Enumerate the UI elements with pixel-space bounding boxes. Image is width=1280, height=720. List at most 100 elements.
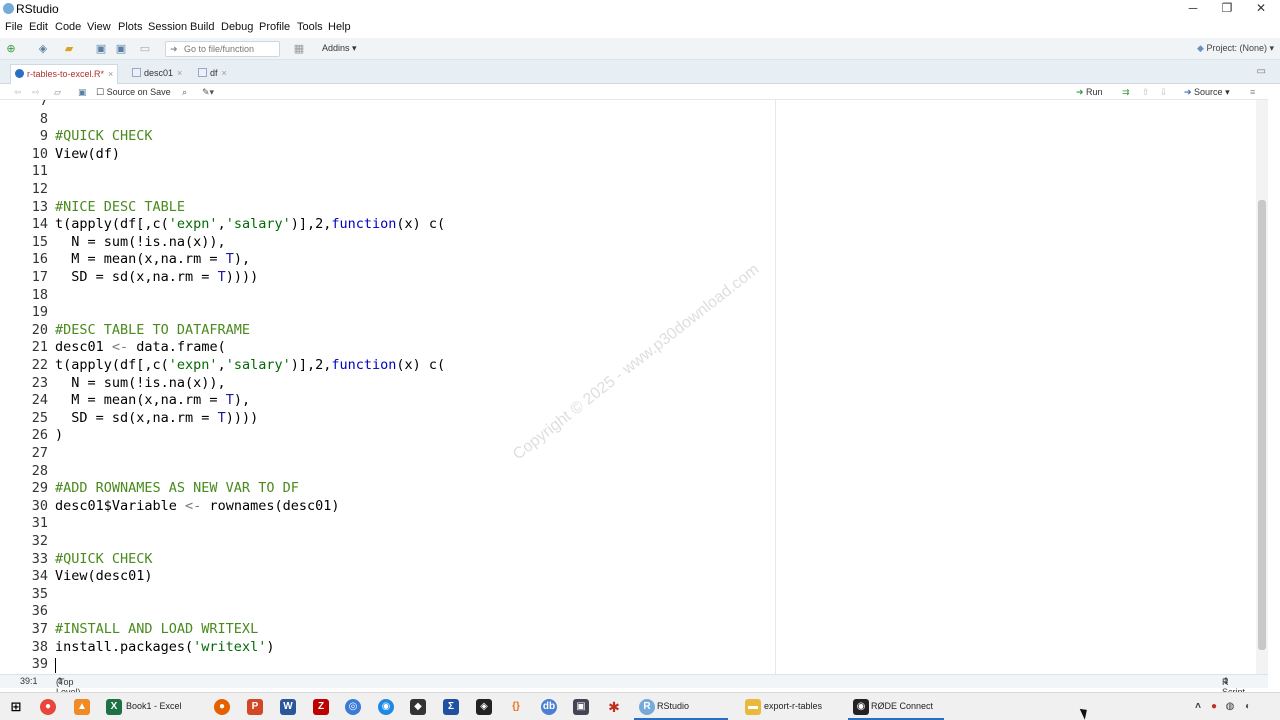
code-line[interactable]: M = mean(x,na.rm = T),	[55, 251, 250, 269]
goto-file-input[interactable]: ➜ Go to file/function	[165, 41, 280, 57]
save-file-icon[interactable]: ▣	[78, 85, 87, 99]
code-line[interactable]: N = sum(!is.na(x)),	[55, 375, 225, 393]
filezilla-icon[interactable]: Z	[313, 699, 329, 715]
line-number: 14	[31, 216, 48, 233]
code-line[interactable]: SD = sd(x,na.rm = T))))	[55, 410, 258, 428]
code-line[interactable]: #NICE DESC TABLE	[55, 199, 185, 217]
grid-layout-icon[interactable]: ▦	[292, 42, 306, 56]
close-tab-icon[interactable]: ×	[108, 69, 113, 79]
file-type-selector[interactable]: R Script ⇕	[1222, 676, 1245, 697]
open-file-icon[interactable]: ▰	[62, 42, 76, 56]
code-line[interactable]: desc01$Variable <- rownames(desc01)	[55, 498, 339, 516]
close-button[interactable]: ✕	[1244, 0, 1278, 18]
tray-volume-icon[interactable]: ◐	[1240, 699, 1256, 715]
scope-selector[interactable]: (Top Level) ⇕	[56, 676, 81, 697]
windows-start-icon[interactable]: ⊞	[8, 699, 24, 715]
code-line[interactable]: #DESC TABLE TO DATAFRAME	[55, 322, 250, 340]
code-editor[interactable]: 7 8 9 10 11 12 13 14 15 16 17 18 19 20 21 22 23 24 25 26 27 2…	[0, 100, 1255, 674]
addins-button[interactable]: Addins ▾	[322, 43, 357, 54]
taskbar-label-excel[interactable]: Book1 - Excel	[126, 701, 182, 711]
save-all-icon[interactable]: ▣	[114, 42, 128, 56]
outline-icon[interactable]: ≡	[1250, 85, 1255, 99]
rode-icon[interactable]: ◉	[853, 699, 869, 715]
rerun-icon[interactable]: ⇉	[1122, 85, 1130, 99]
menu-profile[interactable]: Profile	[259, 21, 290, 33]
menu-view[interactable]: View	[87, 21, 111, 33]
code-line[interactable]: t(apply(df[,c('expn','salary')],2,functi…	[55, 216, 445, 234]
tab-df[interactable]: df ×	[194, 64, 234, 84]
run-button[interactable]: ➜ Run	[1076, 85, 1103, 99]
tray-app-icon[interactable]: ●	[1206, 699, 1222, 715]
restore-button[interactable]: ❐	[1210, 0, 1244, 18]
screen-icon[interactable]: ▣	[573, 699, 589, 715]
show-in-window-icon[interactable]: ▱	[54, 85, 61, 99]
go-up-icon[interactable]: ⇧	[1142, 85, 1150, 99]
firefox-icon[interactable]: ●	[214, 699, 230, 715]
tab-desc01[interactable]: desc01 ×	[128, 64, 186, 84]
source-button[interactable]: ➔ Source ▾	[1184, 85, 1230, 99]
print-icon[interactable]: ▭	[138, 42, 152, 56]
code-line[interactable]: M = mean(x,na.rm = T),	[55, 392, 250, 410]
code-line[interactable]: #QUICK CHECK	[55, 551, 153, 569]
sigma-icon[interactable]: Σ	[443, 699, 459, 715]
minimize-button[interactable]: ─	[1176, 0, 1210, 18]
code-line[interactable]: )	[55, 427, 63, 445]
tray-network-icon[interactable]: ◍	[1222, 699, 1238, 715]
gear-icon[interactable]: ✱	[606, 699, 622, 715]
tray-chevron-icon[interactable]: ˄	[1190, 699, 1206, 715]
maximize-pane-icon[interactable]: ▭	[1257, 66, 1266, 77]
network-icon[interactable]: ◎	[345, 699, 361, 715]
code-line[interactable]: desc01 <- data.frame(	[55, 339, 226, 357]
menu-file[interactable]: File	[5, 21, 23, 33]
editor-scrollbar[interactable]	[1256, 100, 1268, 674]
menu-edit[interactable]: Edit	[29, 21, 48, 33]
powerpoint-icon[interactable]: P	[247, 699, 263, 715]
menu-help[interactable]: Help	[328, 21, 351, 33]
code-line[interactable]: #INSTALL AND LOAD WRITEXL	[55, 621, 258, 639]
code-tools-icon[interactable]: ✎▾	[202, 85, 214, 99]
taskbar-label-rstudio[interactable]: RStudio	[657, 701, 689, 711]
code-line[interactable]: View(df)	[55, 146, 120, 164]
code-line[interactable]: install.packages('writexl')	[55, 639, 274, 657]
code-line[interactable]: N = sum(!is.na(x)),	[55, 234, 225, 252]
app-icon[interactable]: ◉	[378, 699, 394, 715]
tool-icon[interactable]: ◈	[476, 699, 492, 715]
code-line[interactable]: View(desc01)	[55, 568, 153, 586]
excel-icon[interactable]: X	[106, 699, 122, 715]
new-file-icon[interactable]: ⊕	[4, 42, 18, 56]
new-project-icon[interactable]: ◈	[36, 42, 50, 56]
search-icon[interactable]: ⌕	[182, 85, 187, 99]
menu-build[interactable]: Build	[190, 21, 214, 33]
scrollbar-thumb[interactable]	[1258, 200, 1266, 650]
save-icon[interactable]: ▣	[94, 42, 108, 56]
code-line[interactable]: #ADD ROWNAMES AS NEW VAR TO DF	[55, 480, 299, 498]
menu-tools[interactable]: Tools	[297, 21, 323, 33]
taskbar-label-rode[interactable]: RØDE Connect	[871, 701, 933, 711]
folder-icon[interactable]: ▬	[745, 699, 761, 715]
go-down-icon[interactable]: ⇩	[1160, 85, 1168, 99]
menu-code[interactable]: Code	[55, 21, 81, 33]
table-icon	[198, 68, 207, 77]
chrome-icon[interactable]: ●	[40, 699, 56, 715]
menu-debug[interactable]: Debug	[221, 21, 253, 33]
code-line[interactable]: t(apply(df[,c('expn','salary')],2,functi…	[55, 357, 445, 375]
forward-icon[interactable]: ⇨	[32, 85, 40, 99]
close-tab-icon[interactable]: ×	[222, 68, 227, 78]
taskbar-label-folder[interactable]: export-r-tables	[764, 701, 822, 711]
word-icon[interactable]: W	[280, 699, 296, 715]
close-tab-icon[interactable]: ×	[177, 68, 182, 78]
back-icon[interactable]: ⇦	[14, 85, 22, 99]
code-line[interactable]: SD = sd(x,na.rm = T))))	[55, 269, 258, 287]
menu-plots[interactable]: Plots	[118, 21, 142, 33]
tab-r-tables-to-excel[interactable]: r-tables-to-excel.R* ×	[10, 64, 118, 84]
database-icon[interactable]: db	[541, 699, 557, 715]
source-on-save-toggle[interactable]: ☐ Source on Save	[96, 85, 171, 99]
code-line[interactable]: #QUICK CHECK	[55, 128, 153, 146]
rstudio-icon[interactable]: R	[639, 699, 655, 715]
project-menu[interactable]: ◆ Project: (None) ▾	[1197, 43, 1274, 54]
vlc-icon[interactable]: ▲	[74, 699, 90, 715]
menu-session[interactable]: Session	[148, 21, 187, 33]
line-number: 32	[31, 533, 48, 549]
brackets-icon[interactable]: {}	[508, 699, 524, 715]
inkscape-icon[interactable]: ◆	[410, 699, 426, 715]
